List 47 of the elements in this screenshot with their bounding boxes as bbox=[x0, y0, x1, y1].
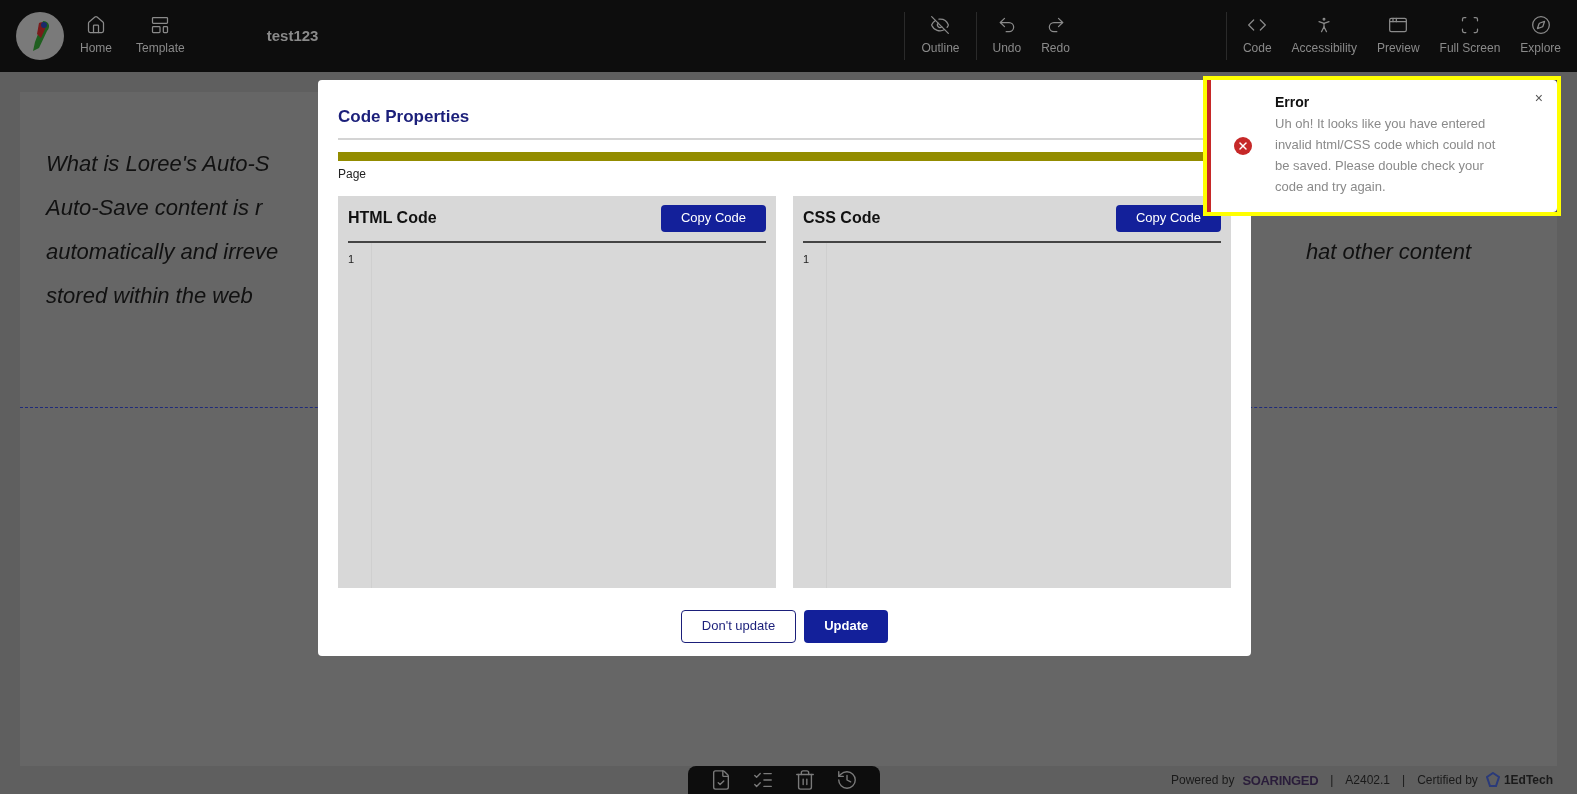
home-icon bbox=[86, 15, 106, 35]
separator-text: | bbox=[1329, 772, 1335, 790]
cancel-button[interactable]: Don't update bbox=[680, 609, 797, 643]
page-text-line: Auto-Save content is r bbox=[46, 194, 264, 222]
toolbar-button[interactable]: Full Screen bbox=[1439, 15, 1501, 57]
window-icon bbox=[1388, 15, 1409, 35]
section-label: Page bbox=[338, 165, 368, 183]
panel-title: CSS Code bbox=[803, 208, 881, 228]
history-icon[interactable] bbox=[836, 769, 858, 791]
brand-logo: SOARINGED bbox=[1242, 771, 1319, 790]
page-text-line: stored within the web bbox=[46, 282, 254, 310]
line-number: 1 bbox=[803, 251, 811, 267]
page-text-line: hat other content bbox=[1305, 238, 1471, 266]
certification-logo-icon bbox=[1485, 772, 1500, 789]
toolbar-button[interactable]: Redo bbox=[1041, 15, 1070, 57]
toast-title: Error bbox=[1275, 93, 1311, 112]
page-text-line: automatically and irreve bbox=[46, 238, 279, 266]
error-icon bbox=[1234, 137, 1252, 155]
toolbar-button[interactable]: Outline bbox=[921, 15, 960, 57]
document-title: test123 bbox=[266, 25, 319, 46]
trash-icon[interactable] bbox=[794, 769, 816, 791]
toast-message: Uh oh! It looks like you have entered invalid html/CSS code which could not be saved. Please double check your code and try again. bbox=[1275, 115, 1497, 196]
logo-icon[interactable] bbox=[16, 12, 64, 60]
checklist-icon[interactable] bbox=[710, 769, 732, 791]
frame-icon bbox=[1459, 15, 1480, 35]
footer-text: A2402.1 bbox=[1345, 772, 1391, 790]
nav-button[interactable]: Template bbox=[136, 15, 185, 57]
toolbar-button[interactable]: Code bbox=[1242, 15, 1272, 57]
footer-text: Certified by bbox=[1417, 772, 1478, 790]
certifier-name: 1EdTech bbox=[1503, 772, 1553, 790]
compass-icon bbox=[1530, 15, 1551, 35]
outline-icon bbox=[930, 15, 951, 35]
toolbar-button[interactable]: Explore bbox=[1520, 15, 1561, 57]
page-text-line: What is Loree's Auto-S bbox=[46, 150, 271, 178]
template-icon bbox=[150, 15, 171, 35]
copy-code-button[interactable]: Copy Code bbox=[1115, 204, 1221, 232]
nav-button[interactable]: Home bbox=[80, 15, 112, 57]
toolbar-button[interactable]: Accessibility bbox=[1291, 15, 1357, 57]
separator-text: | bbox=[1401, 772, 1407, 790]
copy-code-button[interactable]: Copy Code bbox=[660, 204, 766, 232]
line-number: 1 bbox=[348, 251, 356, 267]
toolbar-button[interactable]: Preview bbox=[1376, 15, 1420, 57]
close-button[interactable]: × bbox=[1534, 88, 1543, 109]
footer-text: Powered by bbox=[1171, 772, 1235, 790]
update-button[interactable]: Update bbox=[804, 609, 889, 643]
panel-title: HTML Code bbox=[348, 208, 437, 228]
toolbar-button[interactable]: Undo bbox=[992, 15, 1022, 57]
